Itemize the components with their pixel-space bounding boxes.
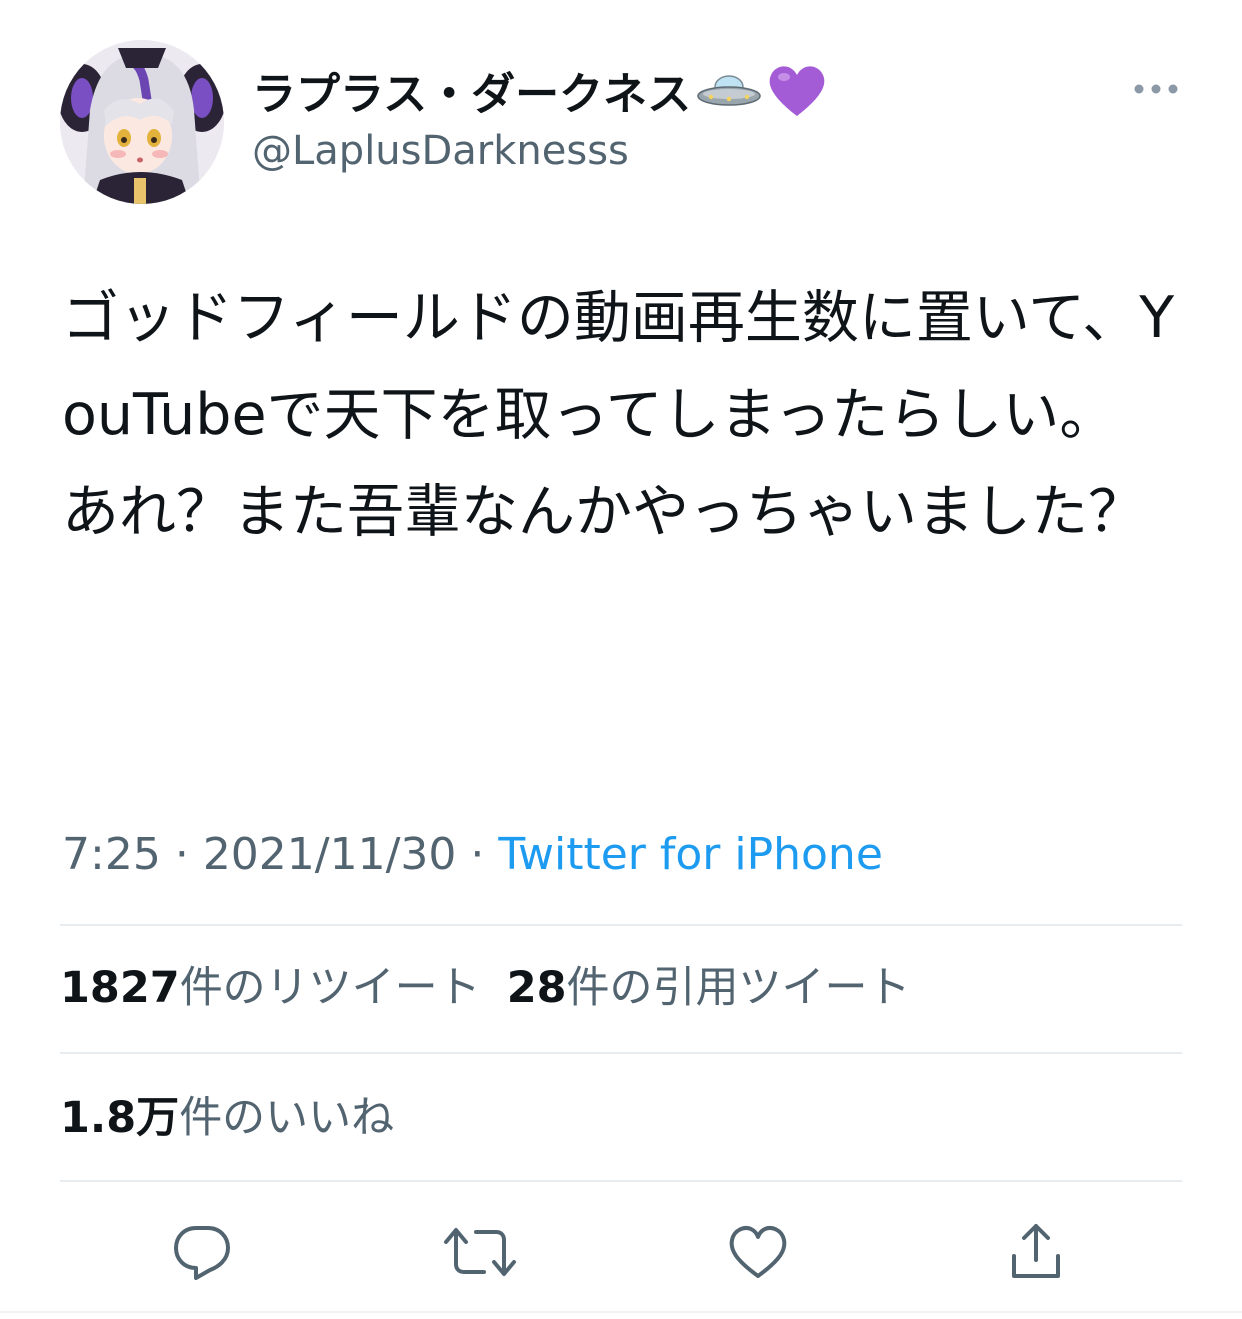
display-name-text: ラプラス・ダークネス [252,69,692,120]
divider [60,924,1182,926]
author-handle[interactable]: @LaplusDarknesss [252,124,629,178]
share-icon [1012,1224,1060,1278]
likes-stat[interactable]: 1.8万件のいいね [60,1090,394,1146]
reply-button[interactable] [164,1214,240,1290]
divider [60,1052,1182,1054]
more-dots-icon [1134,84,1178,94]
share-button[interactable] [998,1214,1074,1290]
retweets-stat[interactable]: 1827件のリツイート [60,960,481,1016]
meta-separator: · [174,829,189,880]
likes-stats-row: 1.8万件のいいね [60,1090,394,1146]
quote-tweets-label: 件の引用ツイート [566,963,911,1013]
like-button[interactable] [720,1214,796,1290]
tweet-source-link[interactable]: Twitter for iPhone [498,829,882,880]
likes-count: 1.8万 [60,1093,180,1143]
quote-tweets-stat[interactable]: 28件の引用ツイート [507,960,911,1016]
quote-tweets-count: 28 [506,963,567,1013]
tweet-text: ゴッドフィールドの動画再生数に置いて、YouTubeで天下を取ってしまったらしい… [62,285,1175,545]
flying-saucer-icon [695,69,763,125]
retweets-count: 1827 [60,963,180,1013]
retweet-icon [444,1228,516,1276]
retweets-label: 件のリツイート [179,963,481,1013]
like-icon [729,1226,787,1278]
retweet-button[interactable] [442,1214,518,1290]
avatar-image [60,40,224,204]
likes-label: 件のいいね [179,1093,395,1143]
bottom-divider [0,1311,1242,1313]
tweet-meta: 7:25 · 2021/11/30 · Twitter for iPhone [62,826,883,884]
purple-heart-icon [767,62,827,132]
reply-icon [174,1226,230,1280]
meta-separator: · [470,829,485,880]
author-avatar[interactable] [60,40,224,204]
more-options-button[interactable] [1126,72,1186,106]
tweet-date[interactable]: 2021/11/30 [203,829,457,880]
tweet-time[interactable]: 7:25 [62,829,161,880]
divider [60,1180,1182,1182]
author-display-name[interactable]: ラプラス・ダークネス [252,62,827,132]
retweet-stats-row: 1827件のリツイート 28件の引用ツイート [60,960,911,1016]
